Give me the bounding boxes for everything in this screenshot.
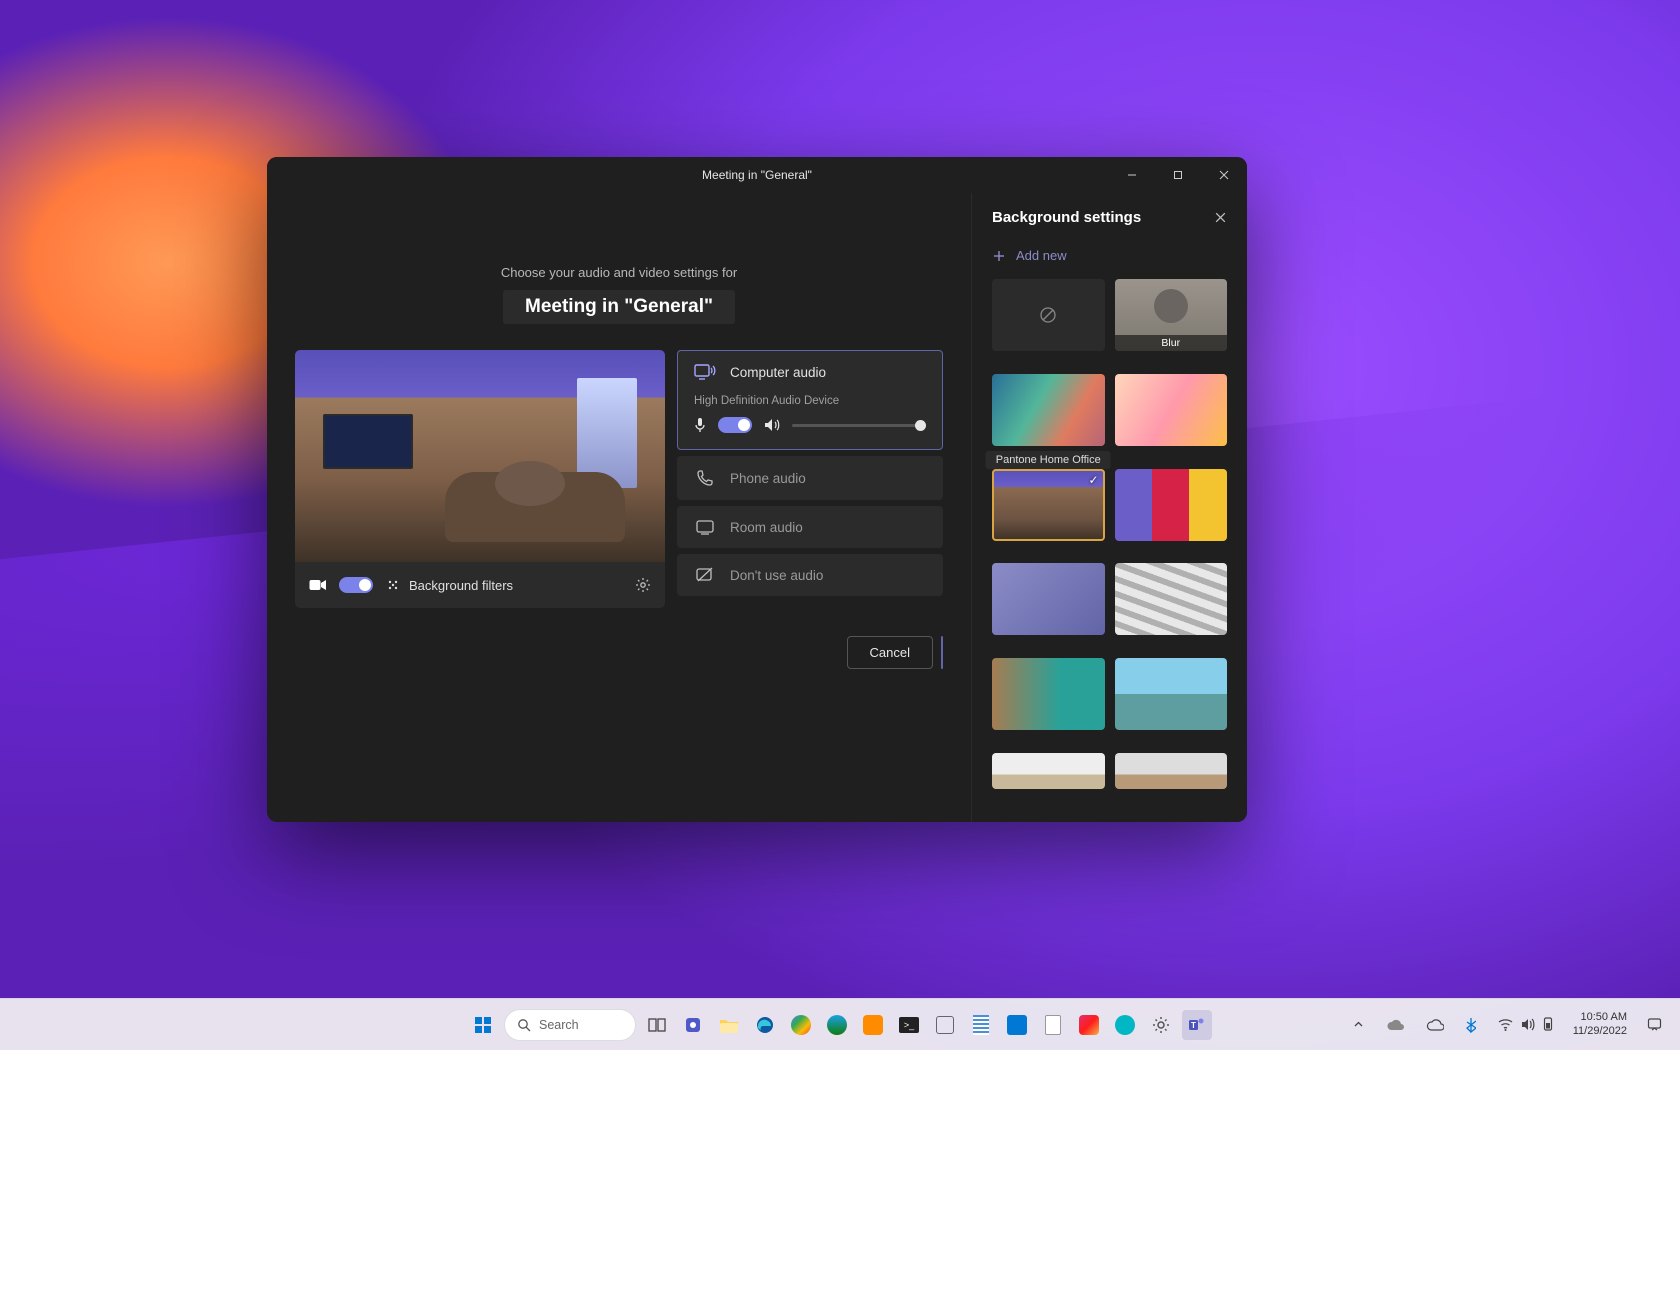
cancel-button[interactable]: Cancel	[847, 636, 933, 669]
audio-option-none[interactable]: Don't use audio	[677, 554, 943, 596]
desktop: Meeting in "General" Choose your audio a…	[0, 0, 1680, 1050]
background-filters-button[interactable]: Background filters	[385, 577, 513, 593]
start-button[interactable]	[468, 1010, 498, 1040]
teams-prejoin-window: Meeting in "General" Choose your audio a…	[267, 157, 1247, 822]
clock-date: 11/29/2022	[1573, 1025, 1627, 1039]
phone-audio-label: Phone audio	[730, 471, 806, 486]
blur-label: Blur	[1115, 335, 1228, 351]
add-new-label: Add new	[1016, 248, 1067, 263]
background-settings-title: Background settings	[992, 209, 1141, 226]
taskbar-app[interactable]	[1038, 1010, 1068, 1040]
check-icon: ✓	[1088, 473, 1098, 487]
camera-icon	[309, 578, 327, 592]
taskbar-app-chat[interactable]	[678, 1010, 708, 1040]
background-tile[interactable]	[992, 658, 1105, 730]
no-audio-label: Don't use audio	[730, 568, 823, 583]
meeting-name-input[interactable]: Meeting in "General"	[503, 290, 735, 324]
window-title: Meeting in "General"	[702, 168, 812, 182]
taskbar: Search >_ T	[0, 998, 1680, 1050]
join-button-edge[interactable]	[941, 636, 943, 669]
volume-slider[interactable]	[792, 424, 926, 427]
audio-option-computer[interactable]: Computer audio High Definition Audio Dev…	[677, 350, 943, 450]
background-tile[interactable]	[1115, 563, 1228, 635]
prejoin-main: Choose your audio and video settings for…	[267, 193, 972, 822]
taskbar-clock[interactable]: 10:50 AM 11/29/2022	[1567, 1011, 1633, 1039]
background-tile[interactable]	[1115, 374, 1228, 446]
taskbar-app-explorer[interactable]	[714, 1010, 744, 1040]
tray-bluetooth-icon[interactable]	[1458, 1017, 1484, 1033]
audio-option-room[interactable]: Room audio	[677, 506, 943, 548]
tray-onedrive-icon[interactable]	[1378, 1019, 1412, 1031]
background-tile-none[interactable]	[992, 279, 1105, 351]
taskbar-app[interactable]	[858, 1010, 888, 1040]
taskbar-app[interactable]	[1110, 1010, 1140, 1040]
taskbar-app[interactable]	[1002, 1010, 1032, 1040]
background-settings-close[interactable]	[1214, 211, 1227, 224]
microphone-toggle[interactable]	[718, 417, 752, 433]
filters-icon	[385, 577, 401, 593]
taskbar-app[interactable]	[822, 1010, 852, 1040]
taskbar-app[interactable]	[1074, 1010, 1104, 1040]
tray-network-wifi-volume[interactable]	[1490, 1017, 1561, 1032]
background-tile[interactable]	[992, 563, 1105, 635]
taskbar-app-settings[interactable]	[1146, 1010, 1176, 1040]
background-tile-pantone-home-office[interactable]: Pantone Home Office ✓	[992, 469, 1105, 541]
titlebar: Meeting in "General"	[267, 157, 1247, 193]
camera-toggle[interactable]	[339, 577, 373, 593]
speaker-icon	[764, 418, 780, 432]
background-tile[interactable]	[992, 753, 1105, 789]
audio-option-phone[interactable]: Phone audio	[677, 456, 943, 500]
phone-audio-icon	[694, 469, 716, 487]
preview-toolbar: Background filters	[295, 562, 665, 608]
computer-audio-icon	[694, 363, 716, 381]
task-view-button[interactable]	[642, 1010, 672, 1040]
clock-time: 10:50 AM	[1573, 1011, 1627, 1025]
tray-chevron[interactable]	[1345, 1019, 1372, 1030]
background-grid: Blur Pantone Home Office ✓	[972, 279, 1247, 822]
search-icon	[517, 1018, 531, 1032]
background-settings-panel: Background settings Add new	[972, 193, 1247, 822]
notifications-button[interactable]	[1639, 1017, 1670, 1032]
background-tile-blur[interactable]: Blur	[1115, 279, 1228, 351]
background-tile[interactable]	[1115, 658, 1228, 730]
room-audio-icon	[694, 519, 716, 535]
background-tile[interactable]	[992, 374, 1105, 446]
none-icon	[1038, 305, 1058, 325]
background-filters-label: Background filters	[409, 578, 513, 593]
svg-text:T: T	[1191, 1021, 1196, 1030]
computer-audio-label: Computer audio	[730, 365, 826, 380]
background-tile[interactable]	[1115, 753, 1228, 789]
taskbar-app-teams[interactable]: T	[1182, 1010, 1212, 1040]
taskbar-app[interactable]	[786, 1010, 816, 1040]
add-new-background-button[interactable]: Add new	[972, 240, 1247, 279]
tray-cloud-icon[interactable]	[1418, 1019, 1452, 1031]
microphone-icon	[694, 417, 706, 433]
close-button[interactable]	[1201, 157, 1247, 193]
background-tile[interactable]	[1115, 469, 1228, 541]
device-settings-button[interactable]	[635, 577, 651, 593]
plus-icon	[992, 249, 1006, 263]
taskbar-app-edge[interactable]	[750, 1010, 780, 1040]
taskbar-app-terminal[interactable]: >_	[894, 1010, 924, 1040]
prompt-text: Choose your audio and video settings for	[501, 265, 737, 280]
taskbar-app[interactable]	[966, 1010, 996, 1040]
room-audio-label: Room audio	[730, 520, 803, 535]
background-tile-tooltip: Pantone Home Office	[986, 451, 1111, 469]
video-preview	[295, 350, 665, 566]
minimize-button[interactable]	[1109, 157, 1155, 193]
taskbar-app[interactable]	[930, 1010, 960, 1040]
audio-device-name: High Definition Audio Device	[694, 395, 926, 407]
maximize-button[interactable]	[1155, 157, 1201, 193]
taskbar-search[interactable]: Search	[504, 1009, 636, 1041]
no-audio-icon	[694, 567, 716, 583]
search-placeholder: Search	[539, 1018, 579, 1032]
